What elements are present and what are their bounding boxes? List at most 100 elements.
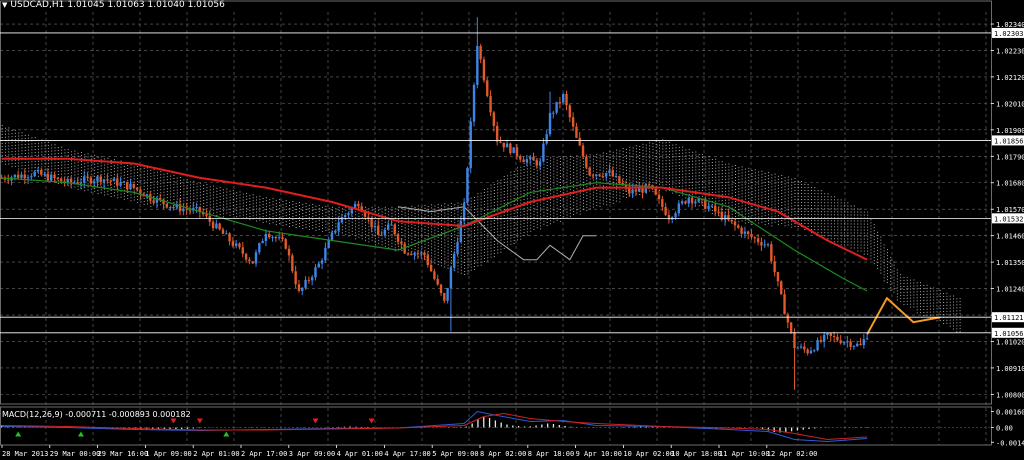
cloud-dot (543, 211, 545, 213)
cloud-dot (513, 171, 515, 173)
cloud-dot (487, 251, 489, 253)
cloud-dot (629, 173, 631, 175)
cloud-dot (744, 171, 746, 173)
cloud-dot (682, 158, 684, 160)
cloud-dot (860, 238, 862, 240)
cloud-dot (609, 199, 611, 201)
cloud-dot (411, 235, 413, 237)
cloud-dot (668, 183, 670, 185)
cloud-dot (440, 235, 442, 237)
cloud-dot (199, 197, 201, 199)
cloud-dot (41, 160, 43, 162)
candle-body (370, 217, 373, 228)
cloud-dot (609, 202, 611, 204)
cloud-dot (546, 215, 548, 217)
cloud-dot (857, 232, 859, 234)
cloud-dot (312, 209, 314, 211)
cloud-dot (520, 178, 522, 180)
price-chart[interactable]: 1.023031.018561.015321.011211.010561.023… (0, 0, 1024, 460)
cloud-dot (794, 210, 796, 212)
cloud-dot (444, 215, 446, 217)
cloud-dot (487, 260, 489, 262)
cloud-dot (516, 233, 518, 235)
cloud-dot (939, 314, 941, 316)
cloud-dot (232, 210, 234, 212)
cloud-dot (606, 195, 608, 197)
cloud-dot (447, 234, 449, 236)
cloud-dot (857, 226, 859, 228)
cloud-dot (675, 186, 677, 188)
cloud-dot (546, 200, 548, 202)
cloud-dot (550, 160, 552, 162)
cloud-dot (493, 244, 495, 246)
cloud-dot (434, 220, 436, 222)
cloud-dot (74, 150, 76, 152)
cloud-dot (946, 313, 948, 315)
cloud-dot (625, 178, 627, 180)
cloud-dot (589, 160, 591, 162)
cloud-dot (844, 241, 846, 243)
cloud-dot (586, 204, 588, 206)
cloud-dot (216, 199, 218, 201)
cloud-dot (497, 183, 499, 185)
cloud-dot (873, 224, 875, 226)
cloud-dot (74, 153, 76, 155)
cloud-dot (655, 143, 657, 145)
cloud-dot (523, 229, 525, 231)
cloud-dot (847, 235, 849, 237)
cloud-dot (583, 172, 585, 174)
cloud-dot (698, 172, 700, 174)
cloud-dot (692, 187, 694, 189)
cloud-dot (146, 200, 148, 202)
cloud-dot (28, 143, 30, 145)
candle-body (505, 143, 509, 148)
cloud-dot (421, 212, 423, 214)
cloud-dot (407, 237, 409, 239)
cloud-dot (520, 193, 522, 195)
cloud-dot (348, 223, 350, 225)
cloud-dot (249, 201, 251, 203)
cloud-dot (738, 206, 740, 208)
cloud-dot (705, 180, 707, 182)
cloud-dot (619, 174, 621, 176)
cloud-dot (391, 245, 393, 247)
cloud-dot (493, 220, 495, 222)
cloud-dot (37, 148, 39, 150)
cloud-dot (797, 213, 799, 215)
cloud-dot (837, 199, 839, 201)
cloud-dot (652, 191, 654, 193)
cloud-dot (361, 220, 363, 222)
cloud-dot (573, 199, 575, 201)
cloud-dot (414, 225, 416, 227)
cloud-dot (830, 238, 832, 240)
cloud-dot (880, 248, 882, 250)
cloud-dot (635, 145, 637, 147)
candle-body (419, 252, 423, 254)
cloud-dot (916, 291, 918, 293)
cloud-dot (18, 147, 20, 149)
cloud-dot (401, 250, 403, 252)
cloud-dot (900, 292, 902, 294)
cloud-dot (259, 198, 261, 200)
cloud-dot (678, 146, 680, 148)
cloud-dot (351, 233, 353, 235)
cloud-dot (252, 203, 254, 205)
candle-body (535, 160, 538, 166)
cloud-dot (341, 232, 343, 234)
cloud-dot (649, 166, 651, 168)
candle-body (96, 176, 99, 182)
cloud-dot (734, 179, 736, 181)
cloud-dot (731, 192, 733, 194)
cloud-dot (457, 205, 459, 207)
cloud-dot (520, 238, 522, 240)
cloud-dot (193, 195, 195, 197)
cloud-dot (606, 156, 608, 158)
cloud-dot (685, 158, 687, 160)
cloud-dot (781, 175, 783, 177)
cloud-dot (490, 208, 492, 210)
cloud-dot (880, 257, 882, 259)
cloud-dot (193, 189, 195, 191)
cloud-dot (183, 191, 185, 193)
cloud-dot (414, 234, 416, 236)
cloud-dot (8, 133, 10, 135)
